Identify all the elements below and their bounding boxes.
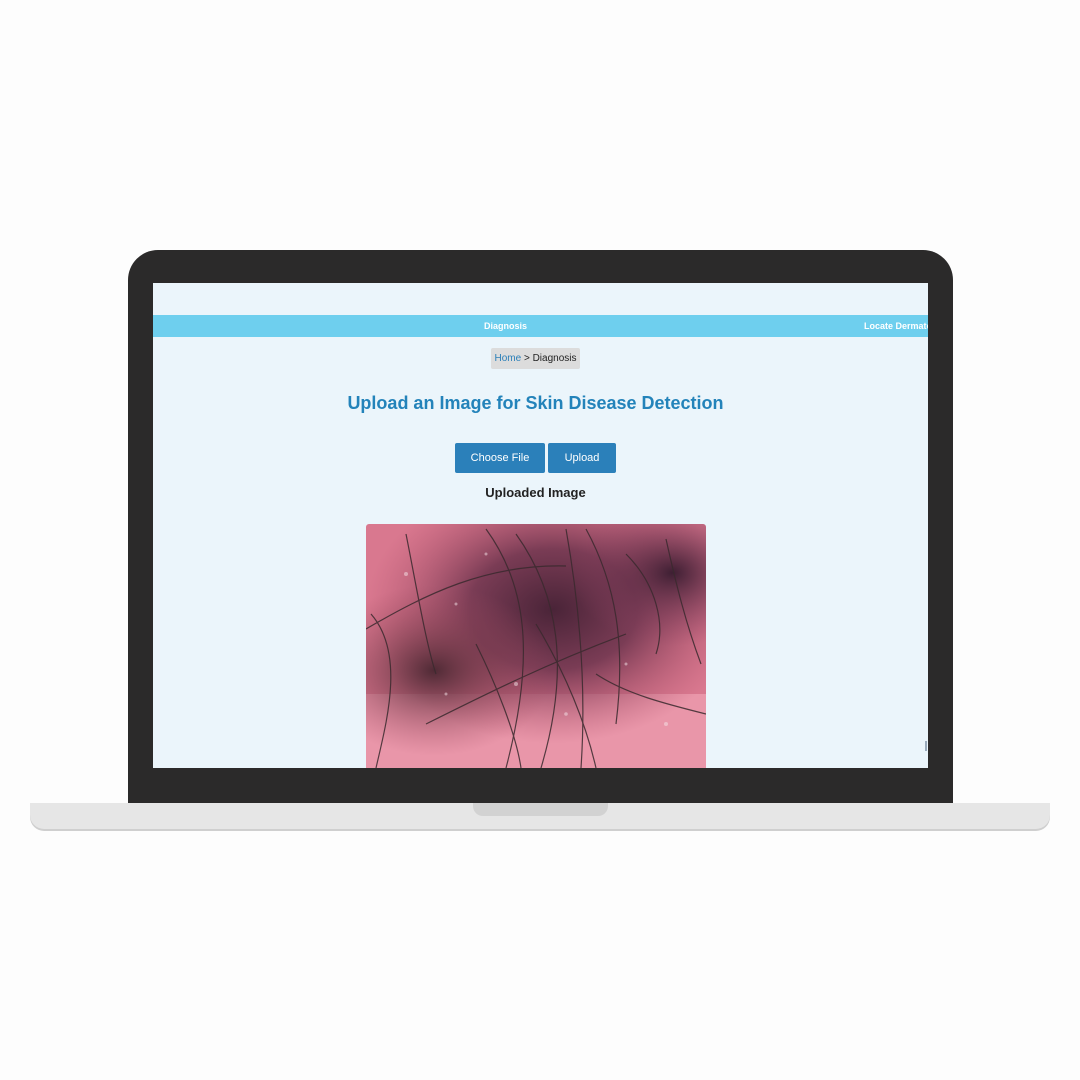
breadcrumb: Home > Diagnosis	[491, 348, 580, 369]
scrollbar-edge[interactable]	[925, 741, 927, 751]
breadcrumb-home-link[interactable]: Home	[494, 353, 521, 364]
browser-screen: Diagnosis Locate Dermato Home > Diagnosi…	[153, 283, 928, 768]
breadcrumb-current: Diagnosis	[532, 353, 577, 364]
skin-lesion-image	[366, 524, 706, 768]
nav-item-locate-dermatologist[interactable]: Locate Dermato	[864, 315, 928, 337]
uploaded-image	[366, 524, 706, 768]
page-title: Upload an Image for Skin Disease Detecti…	[347, 393, 724, 413]
upload-button[interactable]: Upload	[548, 443, 616, 473]
laptop-notch	[473, 803, 608, 816]
uploaded-image-heading: Uploaded Image	[485, 485, 586, 500]
navbar: Diagnosis Locate Dermato	[153, 315, 928, 337]
breadcrumb-separator: >	[523, 353, 530, 364]
nav-item-diagnosis[interactable]: Diagnosis	[484, 315, 527, 337]
choose-file-button[interactable]: Choose File	[455, 443, 545, 473]
